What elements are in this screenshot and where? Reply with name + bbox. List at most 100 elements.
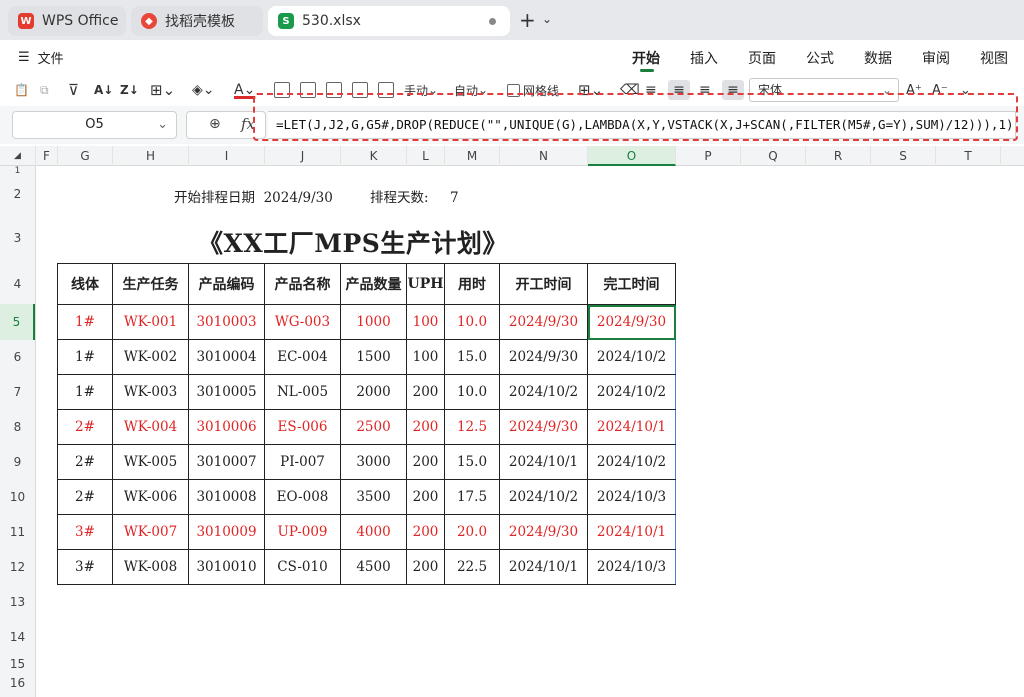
cell-task[interactable]: WK-001 [112, 304, 189, 340]
cell-product-code[interactable]: 3010005 [188, 374, 265, 410]
tab-docer-templates[interactable]: ◆ 找稻壳模板 [131, 6, 263, 36]
header-start-time[interactable]: 开工时间 [499, 263, 588, 305]
row-header[interactable]: 8 [0, 410, 35, 445]
schedule-days-text[interactable]: 排程天数: 7 [370, 186, 459, 206]
cell-line[interactable]: 1# [57, 374, 113, 410]
sort-asc-icon[interactable]: A↓ [94, 80, 113, 100]
column-header[interactable]: Q [741, 146, 806, 166]
cell-uph[interactable]: 100 [406, 339, 445, 375]
row-header[interactable]: 4 [0, 264, 35, 304]
row-header[interactable]: 12 [0, 550, 35, 585]
clear-format-icon[interactable]: ⌫ [620, 80, 640, 100]
cell-task[interactable]: WK-003 [112, 374, 189, 410]
column-header[interactable]: P [676, 146, 741, 166]
cell-finish-time[interactable]: 2024/10/2 [587, 339, 676, 375]
merge-icon[interactable] [326, 80, 342, 100]
cell-finish-time[interactable]: 2024/10/2 [587, 444, 676, 480]
row-header[interactable]: 16 [0, 673, 35, 693]
cell-task[interactable]: WK-007 [112, 514, 189, 550]
borders-icon[interactable]: ⊞⌄ [150, 80, 175, 100]
cell-product-code[interactable]: 3010008 [188, 479, 265, 515]
cell-uph[interactable]: 100 [406, 304, 445, 340]
row-header[interactable]: 7 [0, 375, 35, 410]
more-chevron-icon[interactable]: ⌄ [960, 80, 971, 100]
column-header[interactable]: L [407, 146, 445, 166]
column-icon[interactable] [300, 80, 316, 100]
cell-hours[interactable]: 15.0 [444, 444, 500, 480]
column-header-selected[interactable]: O [588, 146, 676, 166]
gridlines-checkbox[interactable]: 网格线 [507, 80, 559, 100]
cell-quantity[interactable]: 1500 [340, 339, 407, 375]
unsaved-dot-icon[interactable] [489, 18, 496, 25]
cell-start-time[interactable]: 2024/10/2 [499, 479, 588, 515]
row-header[interactable]: 10 [0, 480, 35, 515]
cell-quantity[interactable]: 1000 [340, 304, 407, 340]
fill-color-icon[interactable]: ◈⌄ [192, 80, 215, 100]
header-quantity[interactable]: 产品数量 [340, 263, 407, 305]
cell-hours[interactable]: 17.5 [444, 479, 500, 515]
cell-hours[interactable]: 10.0 [444, 374, 500, 410]
align-center-icon[interactable]: ≡ [668, 80, 690, 100]
cell-product-code[interactable]: 3010004 [188, 339, 265, 375]
row-header[interactable]: 11 [0, 515, 35, 550]
justify-icon[interactable]: ≡ [722, 80, 744, 100]
column-header[interactable]: K [341, 146, 407, 166]
cell-product-name[interactable]: EC-004 [264, 339, 341, 375]
row-header[interactable]: 15 [0, 655, 35, 673]
align-right-icon[interactable]: ≡ [699, 80, 711, 100]
tab-view[interactable]: 视图 [980, 48, 1008, 68]
cell-finish-time[interactable]: 2024/10/2 [587, 374, 676, 410]
increase-font-icon[interactable]: A⁺ [906, 80, 922, 100]
font-family-select[interactable]: 宋体 ⌄ [749, 78, 899, 102]
select-all-corner[interactable]: ◢ [0, 146, 36, 166]
cell-task[interactable]: WK-006 [112, 479, 189, 515]
cell-finish-time[interactable]: 2024/10/1 [587, 409, 676, 445]
cell-finish-time[interactable]: 2024/10/1 [587, 514, 676, 550]
cell-product-name[interactable]: EO-008 [264, 479, 341, 515]
font-color-icon[interactable]: A⌄ [234, 80, 255, 100]
sort-desc-icon[interactable]: Z↓ [120, 80, 139, 100]
insert-cells-icon[interactable] [378, 80, 394, 100]
cell-uph[interactable]: 200 [406, 444, 445, 480]
cell-line[interactable]: 1# [57, 339, 113, 375]
cell-product-name[interactable]: PI-007 [264, 444, 341, 480]
freeze-icon[interactable] [352, 80, 368, 100]
tab-insert[interactable]: 插入 [690, 48, 718, 68]
cell-task[interactable]: WK-005 [112, 444, 189, 480]
cell-start-time[interactable]: 2024/10/2 [499, 374, 588, 410]
tab-wps-office[interactable]: W WPS Office [8, 6, 126, 36]
cell-start-time[interactable]: 2024/9/30 [499, 304, 588, 340]
cell-line[interactable]: 2# [57, 409, 113, 445]
row-header-selected[interactable]: 5 [0, 304, 35, 340]
cell-task[interactable]: WK-004 [112, 409, 189, 445]
zoom-search-icon[interactable]: ⊕ [209, 116, 221, 132]
paste-icon[interactable]: 📋 [14, 80, 29, 100]
cell-quantity[interactable]: 4000 [340, 514, 407, 550]
header-task[interactable]: 生产任务 [112, 263, 189, 305]
tab-review[interactable]: 审阅 [922, 48, 950, 68]
cell-quantity[interactable]: 3500 [340, 479, 407, 515]
header-finish-time[interactable]: 完工时间 [587, 263, 676, 305]
tab-page[interactable]: 页面 [748, 48, 776, 68]
new-tab-plus-icon[interactable]: + [519, 8, 536, 32]
fx-icon[interactable]: fx [241, 115, 255, 133]
cell-finish-time[interactable]: 2024/10/3 [587, 479, 676, 515]
cell-quantity[interactable]: 2000 [340, 374, 407, 410]
formula-input[interactable]: =LET(J,J2,G,G5#,DROP(REDUCE("",UNIQUE(G)… [268, 111, 1016, 139]
cell-quantity[interactable]: 3000 [340, 444, 407, 480]
tab-data[interactable]: 数据 [864, 48, 892, 68]
row-header[interactable]: 3 [0, 212, 35, 264]
tab-530-xlsx[interactable]: S 530.xlsx [268, 6, 510, 36]
cell-product-name[interactable]: CS-010 [264, 549, 341, 585]
cell-start-time[interactable]: 2024/10/1 [499, 549, 588, 585]
cell-uph[interactable]: 200 [406, 549, 445, 585]
column-header[interactable]: G [58, 146, 113, 166]
row-header[interactable]: 14 [0, 620, 35, 655]
cell-product-code[interactable]: 3010009 [188, 514, 265, 550]
cell-product-name[interactable]: ES-006 [264, 409, 341, 445]
cell-hours[interactable]: 20.0 [444, 514, 500, 550]
header-line[interactable]: 线体 [57, 263, 113, 305]
align-left-icon[interactable]: ≡ [645, 80, 657, 100]
tab-list-chevron-icon[interactable]: ⌄ [542, 12, 552, 26]
column-header[interactable]: F [36, 146, 58, 166]
